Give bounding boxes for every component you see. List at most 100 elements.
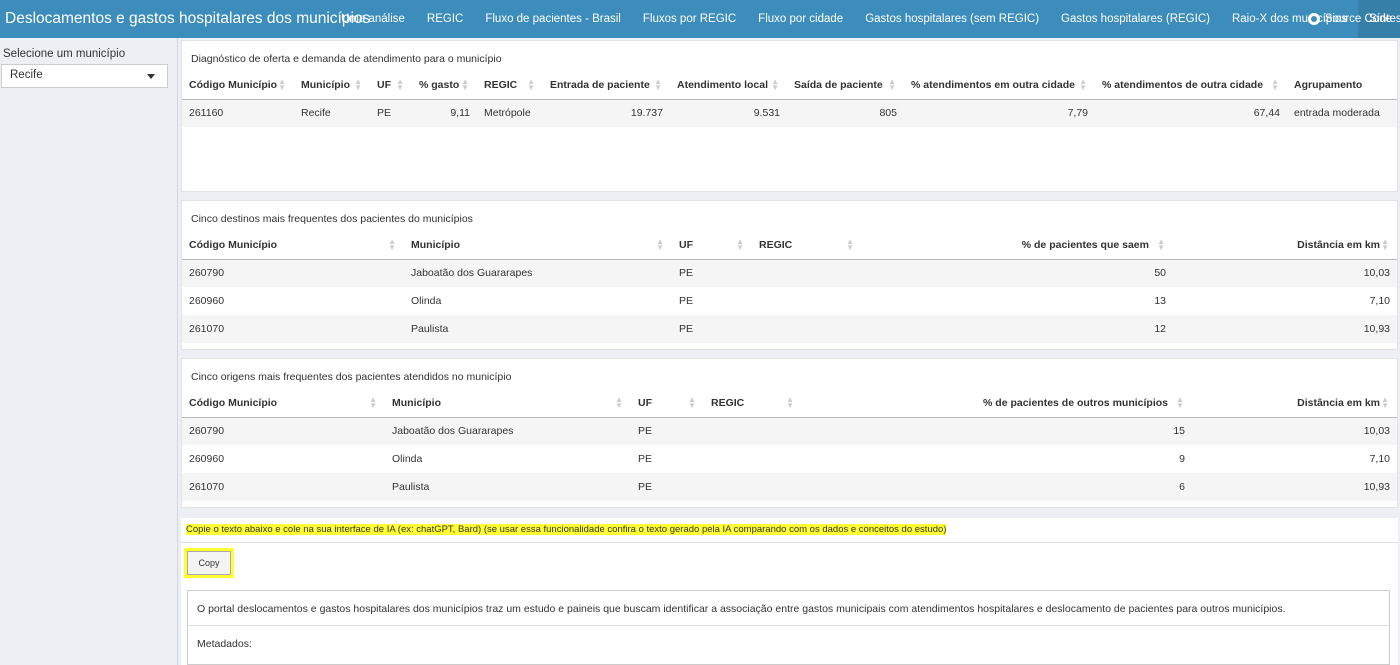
sort-icon: ▲ ▼ <box>654 77 662 92</box>
sort-icon: ▲ ▼ <box>1176 395 1184 410</box>
cell: PE <box>631 473 704 501</box>
col-header[interactable]: Atendimento local ▲ ▼ <box>670 71 787 100</box>
sort-icon: ▲ ▼ <box>396 77 404 92</box>
cell: 9,11 <box>412 99 477 127</box>
cell: 9.531 <box>670 99 787 127</box>
municipio-select-label: Selecione um município <box>3 48 126 60</box>
cell: 67,44 <box>1095 99 1287 127</box>
col-header[interactable]: % de pacientes que saem ▲ ▼ <box>862 231 1173 260</box>
ai-text-output[interactable]: O portal deslocamentos e gastos hospital… <box>187 590 1390 665</box>
sort-icon: ▲ ▼ <box>1381 237 1389 252</box>
sort-icon: ▲ ▼ <box>1079 77 1087 92</box>
col-header[interactable]: Entrada de paciente ▲ ▼ <box>543 71 670 100</box>
tab-regic[interactable]: REGIC <box>416 0 474 38</box>
cell: PE <box>672 259 752 287</box>
cell: 9 <box>1179 453 1185 465</box>
col-header[interactable]: Saída de paciente ▲ ▼ <box>787 71 904 100</box>
cell: 261070 <box>182 473 385 501</box>
cell <box>704 473 802 501</box>
cell: 12 <box>862 315 1173 343</box>
col-header[interactable]: Distância em km ▲ ▼ <box>1192 389 1397 418</box>
col-header[interactable]: UF ▲ ▼ <box>631 389 704 418</box>
col-header[interactable]: REGIC ▲ ▼ <box>752 231 862 260</box>
source-code-link[interactable]: Source Code <box>1307 0 1392 38</box>
cell: 19.737 <box>543 99 670 127</box>
col-header[interactable]: Código Município ▲ ▼ <box>182 71 294 100</box>
table-row: 260960 Olinda PE 13 7,10 <box>182 287 1397 315</box>
cell: 6 <box>802 473 1192 501</box>
sidebar: Selecione um município Recife <box>0 38 178 665</box>
cell <box>752 315 862 343</box>
cell: Olinda <box>392 453 423 465</box>
col-header[interactable]: Distância em km ▲ ▼ <box>1173 231 1397 260</box>
sort-icon: ▲ ▼ <box>615 395 623 410</box>
cell: 260790 <box>182 417 385 445</box>
cell: 7,10 <box>1369 453 1390 465</box>
cell: 10,03 <box>1173 259 1397 287</box>
sort-icon: ▲ ▼ <box>656 237 664 252</box>
col-header[interactable]: Código Município ▲ ▼ <box>182 231 404 260</box>
cell <box>752 259 862 287</box>
cell: PE <box>370 99 412 127</box>
col-header[interactable]: REGIC ▲ ▼ <box>477 71 543 100</box>
col-header[interactable]: % atendimentos de outra cidade ▲ ▼ <box>1095 71 1287 100</box>
cell: PE <box>672 315 752 343</box>
col-header[interactable]: % de pacientes de outros municípios ▲ ▼ <box>802 389 1192 418</box>
sort-icon: ▲ ▼ <box>527 77 535 92</box>
sort-icon: ▲ ▼ <box>461 77 469 92</box>
tab-uma-analise[interactable]: Uma análise <box>330 0 416 38</box>
cell: entrada moderada <box>1287 99 1397 127</box>
tab-fluxo-por-cidade[interactable]: Fluxo por cidade <box>747 0 854 38</box>
tab-fluxo-pacientes-brasil[interactable]: Fluxo de pacientes - Brasil <box>474 0 632 38</box>
panel-destinos: Cinco destinos mais frequentes dos pacie… <box>181 200 1398 350</box>
cell: 260790 <box>182 259 404 287</box>
col-header[interactable]: Município ▲ ▼ <box>404 231 672 260</box>
col-header[interactable]: Agrupamento <box>1287 71 1397 100</box>
sort-icon: ▲ ▼ <box>1157 237 1165 252</box>
cell: Jaboatão dos Guararapes <box>385 417 631 445</box>
sort-icon: ▲ ▼ <box>688 395 696 410</box>
sort-icon: ▲ ▼ <box>771 77 779 92</box>
col-header[interactable]: UF ▲ ▼ <box>672 231 752 260</box>
col-header[interactable]: Município ▲ ▼ <box>385 389 631 418</box>
cell: Paulista <box>404 315 672 343</box>
cell: Olinda <box>411 295 442 307</box>
copy-button[interactable]: Copy <box>187 551 231 575</box>
table-row: 261070 Paulista PE 12 10,93 <box>182 315 1397 343</box>
col-header[interactable]: % gasto ▲ ▼ <box>412 71 477 100</box>
copy-instruction-wrap: Copie o texto abaixo e cole na sua inter… <box>181 518 1398 535</box>
col-header[interactable]: Código Município ▲ ▼ <box>182 389 385 418</box>
col-header[interactable]: UF ▲ ▼ <box>370 71 412 100</box>
sort-icon: ▲ ▼ <box>1381 395 1389 410</box>
sort-icon: ▲ ▼ <box>736 237 744 252</box>
table-row: 261160 Recife PE 9,11 Metrópole 19.737 9… <box>182 99 1397 127</box>
col-header[interactable]: REGIC ▲ ▼ <box>704 389 802 418</box>
col-header[interactable]: % atendimentos em outra cidade ▲ ▼ <box>904 71 1095 100</box>
cell: 10,93 <box>1173 315 1397 343</box>
tab-fluxos-por-regic[interactable]: Fluxos por REGIC <box>632 0 747 38</box>
panel-diagnostico: Diagnóstico de oferta e demanda de atend… <box>181 40 1398 192</box>
nav-tabs: Uma análise REGIC Fluxo de pacientes - B… <box>330 0 1400 38</box>
tab-gastos-regic[interactable]: Gastos hospitalares (REGIC) <box>1050 0 1221 38</box>
source-code-label: Source Code <box>1324 13 1392 25</box>
cell: PE <box>638 453 653 465</box>
copy-instruction: Copie o texto abaixo e cole na sua inter… <box>186 524 947 535</box>
cell: 261070 <box>182 315 404 343</box>
cell: 10,03 <box>1192 417 1397 445</box>
cell <box>752 287 862 315</box>
ai-text-metadados: Metadados: <box>197 638 252 650</box>
tab-gastos-sem-regic[interactable]: Gastos hospitalares (sem REGIC) <box>854 0 1050 38</box>
panel-title: Diagnóstico de oferta e demanda de atend… <box>191 53 502 65</box>
destinos-table: Código Município ▲ ▼ Município ▲ ▼ UF ▲ ▼ REGI… <box>182 231 1397 343</box>
cell: 13 <box>1154 295 1166 307</box>
cell <box>704 417 802 445</box>
sort-icon: ▲ ▼ <box>388 237 396 252</box>
cell: Recife <box>294 99 370 127</box>
table-row: 260790 Jaboatão dos Guararapes PE 50 10,… <box>182 259 1397 287</box>
cell: 15 <box>802 417 1192 445</box>
col-header[interactable]: Município ▲ ▼ <box>294 71 370 100</box>
cell: 7,10 <box>1369 295 1390 307</box>
ai-text-paragraph: O portal deslocamentos e gastos hospital… <box>197 603 1286 615</box>
sort-icon: ▲ ▼ <box>369 395 377 410</box>
municipio-select[interactable]: Recife <box>1 64 168 88</box>
